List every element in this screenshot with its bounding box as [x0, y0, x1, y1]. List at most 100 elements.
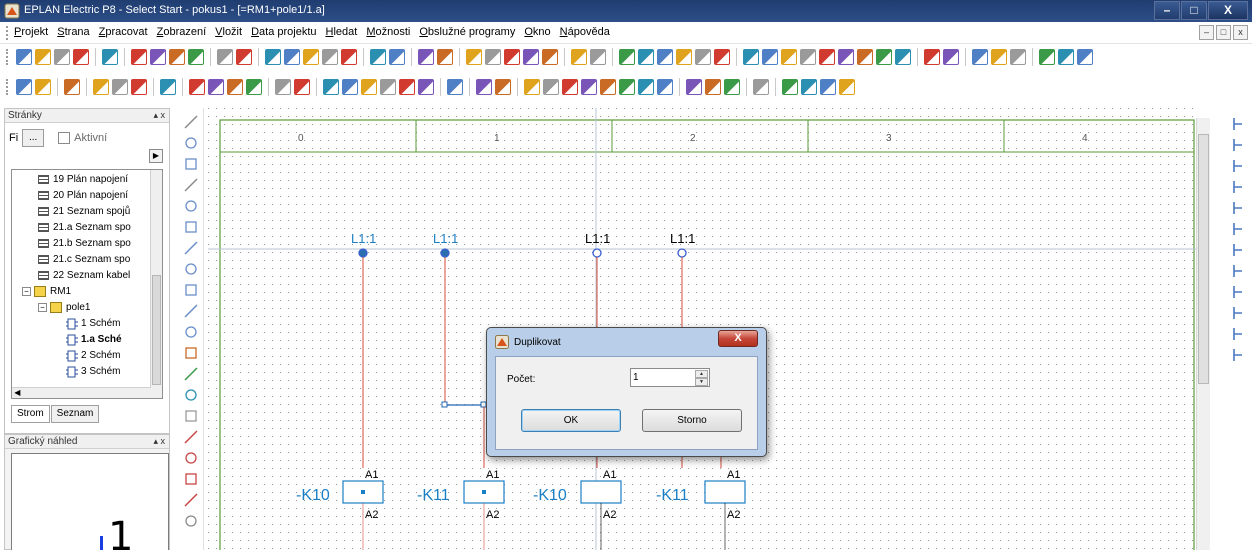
- page-tree[interactable]: ◀ 19 Plán napojení 20 Plán napojení 21 Sez…: [11, 169, 163, 399]
- standard-tool-icon[interactable]: [638, 49, 654, 65]
- edit-tool-icon[interactable]: [495, 79, 511, 95]
- standard-tool-icon[interactable]: [743, 49, 759, 65]
- tab-tree[interactable]: Strom: [11, 405, 50, 423]
- toolbar-grip[interactable]: [6, 79, 8, 95]
- standard-tool-icon[interactable]: [781, 49, 797, 65]
- standard-tool-icon[interactable]: [466, 49, 482, 65]
- standard-tool-icon[interactable]: [1058, 49, 1074, 65]
- menu-item-0[interactable]: Projekt: [14, 26, 48, 38]
- menu-item-4[interactable]: Vložit: [215, 26, 242, 38]
- filter-browse-button[interactable]: ...: [22, 129, 45, 147]
- edit-tool-icon[interactable]: [524, 79, 540, 95]
- count-stepper[interactable]: ▲ ▼: [630, 368, 710, 387]
- connection-symbol-icon[interactable]: [1230, 263, 1246, 279]
- standard-tool-icon[interactable]: [54, 49, 70, 65]
- edit-tool-icon[interactable]: [782, 79, 798, 95]
- standard-tool-icon[interactable]: [102, 49, 118, 65]
- tree-item[interactable]: 1.a Sché: [66, 332, 122, 347]
- tree-item[interactable]: − pole1: [38, 300, 90, 315]
- edit-tool-icon[interactable]: [839, 79, 855, 95]
- edit-tool-icon[interactable]: [64, 79, 80, 95]
- menu-item-3[interactable]: Zobrazení: [157, 26, 207, 38]
- edit-tool-icon[interactable]: [35, 79, 51, 95]
- standard-tool-icon[interactable]: [714, 49, 730, 65]
- close-button[interactable]: X: [1208, 1, 1248, 20]
- menu-item-5[interactable]: Data projektu: [251, 26, 316, 38]
- insert-tool-icon[interactable]: [183, 345, 199, 361]
- edit-tool-icon[interactable]: [657, 79, 673, 95]
- standard-tool-icon[interactable]: [322, 49, 338, 65]
- standard-tool-icon[interactable]: [73, 49, 89, 65]
- insert-tool-icon[interactable]: [183, 219, 199, 235]
- insert-tool-icon[interactable]: [183, 240, 199, 256]
- insert-tool-icon[interactable]: [183, 324, 199, 340]
- standard-tool-icon[interactable]: [217, 49, 233, 65]
- ok-button[interactable]: OK: [521, 409, 621, 432]
- standard-tool-icon[interactable]: [16, 49, 32, 65]
- menu-item-6[interactable]: Hledat: [326, 26, 358, 38]
- filter-apply-icon[interactable]: ▶: [149, 149, 163, 163]
- insert-tool-icon[interactable]: [183, 408, 199, 424]
- edit-tool-icon[interactable]: [93, 79, 109, 95]
- connection-symbol-icon[interactable]: [1230, 158, 1246, 174]
- standard-tool-icon[interactable]: [542, 49, 558, 65]
- mdi-minimize-button[interactable]: –: [1199, 25, 1214, 40]
- connection-symbol-icon[interactable]: [1230, 116, 1246, 132]
- standard-tool-icon[interactable]: [991, 49, 1007, 65]
- edit-tool-icon[interactable]: [753, 79, 769, 95]
- insert-tool-icon[interactable]: [183, 471, 199, 487]
- edit-tool-icon[interactable]: [208, 79, 224, 95]
- count-increment-icon[interactable]: ▲: [695, 370, 708, 378]
- connection-symbol-icon[interactable]: [1230, 326, 1246, 342]
- connection-symbol-icon[interactable]: [1230, 305, 1246, 321]
- edit-tool-icon[interactable]: [294, 79, 310, 95]
- tree-item[interactable]: 19 Plán napojení: [38, 172, 128, 187]
- edit-tool-icon[interactable]: [131, 79, 147, 95]
- edit-tool-icon[interactable]: [705, 79, 721, 95]
- potential-node[interactable]: [592, 248, 602, 258]
- edit-tool-icon[interactable]: [112, 79, 128, 95]
- standard-tool-icon[interactable]: [370, 49, 386, 65]
- edit-tool-icon[interactable]: [246, 79, 262, 95]
- edit-tool-icon[interactable]: [801, 79, 817, 95]
- cancel-button[interactable]: Storno: [642, 409, 742, 432]
- insert-tool-icon[interactable]: [183, 366, 199, 382]
- edit-tool-icon[interactable]: [342, 79, 358, 95]
- menubar-grip[interactable]: [6, 26, 8, 40]
- connection-symbol-icon[interactable]: [1230, 137, 1246, 153]
- insert-tool-icon[interactable]: [183, 156, 199, 172]
- standard-tool-icon[interactable]: [895, 49, 911, 65]
- insert-tool-icon[interactable]: [183, 261, 199, 277]
- device-tag[interactable]: -K10: [533, 487, 567, 504]
- standard-tool-icon[interactable]: [1039, 49, 1055, 65]
- tree-item[interactable]: 21.b Seznam spo: [38, 236, 131, 251]
- edit-tool-icon[interactable]: [189, 79, 205, 95]
- standard-tool-icon[interactable]: [943, 49, 959, 65]
- edit-tool-icon[interactable]: [581, 79, 597, 95]
- tree-item[interactable]: 22 Seznam kabel: [38, 268, 130, 283]
- insert-tool-icon[interactable]: [183, 513, 199, 529]
- selection-handle[interactable]: [441, 401, 448, 408]
- edit-tool-icon[interactable]: [227, 79, 243, 95]
- tab-list[interactable]: Seznam: [50, 405, 100, 423]
- standard-tool-icon[interactable]: [876, 49, 892, 65]
- insert-tool-icon[interactable]: [183, 303, 199, 319]
- tree-item[interactable]: 21.a Seznam spo: [38, 220, 131, 235]
- tree-item[interactable]: − RM1: [22, 284, 71, 299]
- standard-tool-icon[interactable]: [523, 49, 539, 65]
- active-checkbox[interactable]: [58, 132, 71, 144]
- standard-tool-icon[interactable]: [838, 49, 854, 65]
- standard-tool-icon[interactable]: [657, 49, 673, 65]
- standard-tool-icon[interactable]: [857, 49, 873, 65]
- insert-tool-icon[interactable]: [183, 492, 199, 508]
- insert-tool-icon[interactable]: [183, 387, 199, 403]
- edit-tool-icon[interactable]: [399, 79, 415, 95]
- edit-tool-icon[interactable]: [418, 79, 434, 95]
- standard-tool-icon[interactable]: [341, 49, 357, 65]
- standard-tool-icon[interactable]: [571, 49, 587, 65]
- edit-tool-icon[interactable]: [820, 79, 836, 95]
- insert-tool-icon[interactable]: [183, 429, 199, 445]
- connection-symbol-icon[interactable]: [1230, 200, 1246, 216]
- standard-tool-icon[interactable]: [236, 49, 252, 65]
- edit-tool-icon[interactable]: [323, 79, 339, 95]
